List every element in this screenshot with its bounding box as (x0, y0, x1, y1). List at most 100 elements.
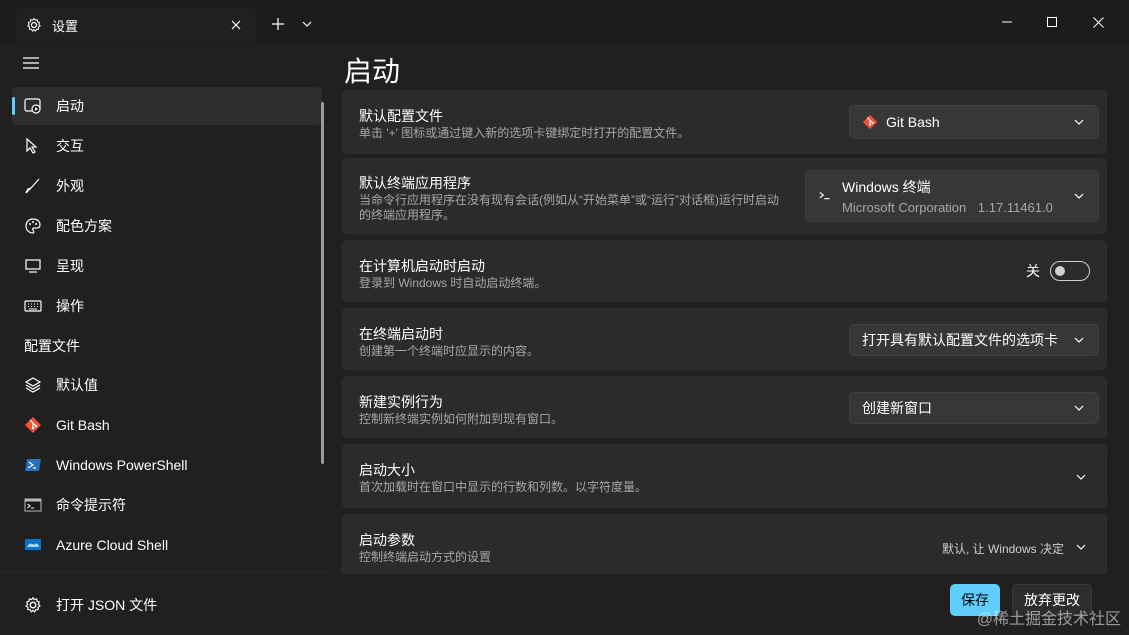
setting-on-terminal-start: 在终端启动时 创建第一个终端时应显示的内容。 打开具有默认配置文件的选项卡 (342, 308, 1107, 370)
launch-on-startup-toggle-wrap: 关 (1026, 261, 1090, 281)
setting-label: 默认配置文件 (359, 108, 443, 124)
main-content: 启动 默认配置文件 单击 '+' 图标或通过键入新的选项卡键绑定时打开的配置文件… (330, 44, 1129, 574)
close-icon[interactable] (1086, 10, 1110, 34)
sidebar-item-rendering[interactable]: 呈现 (12, 247, 322, 285)
setting-description-line2: 的终端应用程序。 (359, 208, 456, 222)
hamburger-menu-icon[interactable] (22, 56, 42, 74)
active-indicator (12, 97, 15, 115)
sidebar-item-label: 默认值 (56, 377, 98, 393)
terminal-publisher: Microsoft Corporation (842, 200, 967, 215)
sidebar-item-label: 配色方案 (56, 218, 112, 234)
default-terminal-dropdown[interactable]: Windows 终端 Microsoft Corporation 1.17.11… (805, 170, 1099, 222)
sidebar-item-defaults[interactable]: 默认值 (12, 366, 322, 404)
watermark: @稀土掘金技术社区 (976, 611, 1121, 628)
title-bar: 设置 (0, 0, 1129, 44)
setting-default-profile: 默认配置文件 单击 '+' 图标或通过键入新的选项卡键绑定时打开的配置文件。 G… (342, 90, 1107, 154)
tab-title: 设置 (52, 18, 79, 34)
chevron-down-icon (1074, 190, 1086, 202)
monitor-icon (24, 257, 42, 275)
git-icon (24, 416, 42, 434)
sidebar-footer: 打开 JSON 文件 (0, 572, 330, 635)
git-icon (862, 114, 878, 130)
setting-description-line1: 当命令行应用程序在没有现有会话(例如从“开始菜单”或“运行”对话框)运行时启动 (359, 193, 779, 207)
gear-icon (24, 596, 42, 614)
sidebar-item-actions[interactable]: 操作 (12, 287, 322, 325)
setting-new-instance: 新建实例行为 控制新终端实例如何附加到现有窗口。 创建新窗口 (342, 376, 1107, 438)
setting-description: 控制新终端实例如何附加到现有窗口。 (359, 412, 564, 426)
sidebar-item-label: 交互 (56, 138, 84, 154)
sidebar-item-label: Git Bash (56, 417, 110, 433)
sidebar-item-label: 呈现 (56, 258, 84, 274)
sidebar-item-git-bash[interactable]: Git Bash (12, 406, 322, 444)
setting-description: 登录到 Windows 时自动启动终端。 (359, 276, 547, 290)
sidebar-item-label: 命令提示符 (56, 497, 126, 513)
sidebar-item-label: 外观 (56, 178, 84, 194)
chevron-down-icon (1074, 402, 1086, 414)
setting-default-terminal: 默认终端应用程序 当命令行应用程序在没有现有会话(例如从“开始菜单”或“运行”对… (342, 158, 1107, 234)
setting-current-value: 默认, 让 Windows 决定 (941, 542, 1064, 556)
cmd-icon (24, 496, 42, 514)
setting-description: 首次加载时在窗口中显示的行数和列数。以字符度量。 (359, 480, 648, 494)
new-tab-icon[interactable] (268, 14, 288, 34)
setting-description: 控制终端启动方式的设置 (359, 550, 492, 564)
sidebar-item-color-schemes[interactable]: 配色方案 (12, 207, 322, 245)
azure-icon (24, 536, 42, 554)
sidebar-item-label: 操作 (56, 298, 84, 314)
sidebar-item-azure[interactable]: Azure Cloud Shell (12, 526, 322, 564)
setting-label: 启动参数 (359, 532, 415, 548)
sidebar-item-label: Windows PowerShell (56, 457, 188, 473)
setting-label: 在终端启动时 (359, 326, 443, 342)
palette-icon (24, 217, 42, 235)
setting-description: 单击 '+' 图标或通过键入新的选项卡键绑定时打开的配置文件。 (359, 126, 690, 140)
setting-launch-size[interactable]: 启动大小 首次加载时在窗口中显示的行数和列数。以字符度量。 (342, 444, 1107, 508)
gear-icon (26, 17, 42, 33)
minimize-icon[interactable] (995, 10, 1019, 34)
sidebar-item-launch[interactable]: 启动 (12, 87, 322, 125)
dropdown-value: 打开具有默认配置文件的选项卡 (862, 332, 1058, 348)
setting-label: 在计算机启动时启动 (359, 258, 485, 274)
launch-icon (24, 97, 42, 115)
terminal-version: 1.17.11461.0 (977, 200, 1053, 215)
sidebar-item-label: Azure Cloud Shell (56, 537, 169, 553)
setting-launch-on-startup: 在计算机启动时启动 登录到 Windows 时自动启动终端。 关 (342, 240, 1107, 302)
powershell-icon (24, 456, 42, 474)
chevron-down-icon[interactable] (297, 14, 317, 34)
sidebar: 启动 交互 外观 配色方案 呈现 操作 配置文件 默认值 Git Bash Wi… (0, 44, 330, 635)
chevron-down-icon[interactable] (1076, 541, 1088, 553)
chevron-down-icon (1074, 116, 1086, 128)
toggle-knob (1055, 266, 1065, 276)
setting-label: 默认终端应用程序 (359, 175, 471, 191)
setting-launch-parameters[interactable]: 启动参数 控制终端启动方式的设置 默认, 让 Windows 决定 (342, 514, 1107, 574)
default-profile-dropdown[interactable]: Git Bash (849, 105, 1099, 139)
setting-description: 创建第一个终端时应显示的内容。 (359, 344, 540, 358)
dropdown-value: 创建新窗口 (862, 400, 932, 416)
sidebar-item-powershell[interactable]: Windows PowerShell (12, 446, 322, 484)
page-title: 启动 (344, 56, 401, 87)
chevron-down-icon (1074, 334, 1086, 346)
terminal-icon (818, 188, 834, 204)
layers-icon (24, 376, 42, 394)
sidebar-item-interaction[interactable]: 交互 (12, 127, 322, 165)
sidebar-item-appearance[interactable]: 外观 (12, 167, 322, 205)
setting-label: 新建实例行为 (359, 394, 443, 410)
open-json-label: 打开 JSON 文件 (56, 597, 158, 613)
on-terminal-start-dropdown[interactable]: 打开具有默认配置文件的选项卡 (849, 324, 1099, 356)
settings-tab[interactable]: 设置 (16, 8, 256, 42)
close-tab-icon[interactable] (226, 15, 246, 35)
sidebar-item-cmd[interactable]: 命令提示符 (12, 486, 322, 524)
pointer-icon (24, 137, 42, 155)
terminal-name: Windows 终端 (842, 179, 931, 195)
dropdown-value: Git Bash (886, 114, 940, 130)
setting-label: 启动大小 (359, 462, 415, 478)
open-json-file-link[interactable]: 打开 JSON 文件 (24, 595, 157, 615)
chevron-down-icon[interactable] (1076, 471, 1088, 483)
keyboard-icon (24, 297, 42, 315)
sidebar-item-label: 启动 (56, 98, 84, 114)
toggle-state-text: 关 (1026, 263, 1040, 279)
maximize-icon[interactable] (1040, 10, 1064, 34)
sidebar-scrollbar[interactable] (321, 102, 324, 464)
brush-icon (24, 177, 42, 195)
new-instance-dropdown[interactable]: 创建新窗口 (849, 392, 1099, 424)
launch-on-startup-toggle[interactable] (1050, 261, 1090, 281)
profiles-section-header: 配置文件 (24, 338, 80, 354)
